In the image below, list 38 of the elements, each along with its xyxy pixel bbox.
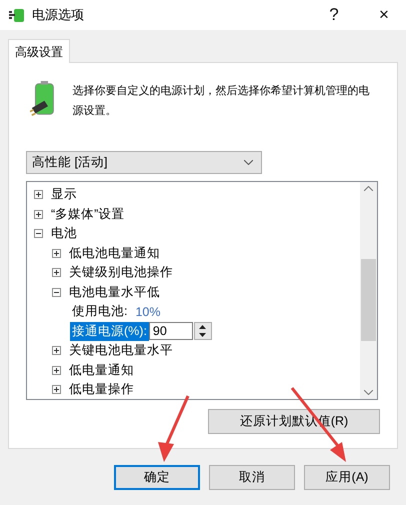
- collapse-icon[interactable]: [34, 229, 43, 238]
- tree-item[interactable]: 低电池电量通知: [67, 244, 162, 263]
- expand-icon[interactable]: [52, 385, 61, 394]
- expand-icon[interactable]: [52, 248, 61, 258]
- expand-icon[interactable]: [34, 210, 43, 219]
- expand-icon[interactable]: [34, 190, 43, 200]
- scroll-down-icon[interactable]: [364, 390, 373, 395]
- tree-item[interactable]: 电池: [49, 224, 79, 244]
- expand-icon[interactable]: [52, 366, 61, 375]
- expand-icon[interactable]: [52, 346, 61, 356]
- tree-item[interactable]: 低电量通知: [67, 360, 136, 380]
- setting-label[interactable]: 使用电池:: [70, 302, 130, 322]
- power-plug-icon: [8, 6, 26, 24]
- collapse-icon[interactable]: [52, 288, 61, 297]
- tab[interactable]: 高级设置: [8, 39, 70, 63]
- tree-item[interactable]: 电池电量水平低: [67, 282, 162, 302]
- dialog-button[interactable]: 取消: [209, 465, 295, 490]
- spin-buttons[interactable]: [194, 322, 212, 340]
- tree-item[interactable]: 显示: [49, 185, 79, 204]
- dialog-button[interactable]: 应用(A): [304, 465, 390, 490]
- window-title: 电源选项: [32, 6, 85, 24]
- tree-item[interactable]: 低电量操作: [67, 380, 136, 400]
- scrollbar[interactable]: [360, 182, 377, 399]
- dialog-button[interactable]: 确定: [114, 465, 200, 490]
- setting-value[interactable]: 10%: [135, 304, 161, 319]
- plan-dropdown[interactable]: 高性能 [活动]: [26, 151, 262, 174]
- description-text: 选择你要自定义的电源计划，然后选择你希望计算机管理的电源设置。: [72, 84, 371, 119]
- arrow-drawing: [158, 395, 190, 462]
- help-button[interactable]: ?: [312, 0, 356, 30]
- scroll-up-icon[interactable]: [364, 186, 373, 191]
- tree-item[interactable]: “多媒体”设置: [49, 204, 126, 224]
- tree-item[interactable]: 关键级别电池操作: [67, 263, 175, 282]
- setting-label[interactable]: 接通电源(%):: [70, 322, 149, 341]
- tree-item[interactable]: 关键电池电量水平: [67, 341, 175, 360]
- close-button[interactable]: ×: [362, 0, 406, 30]
- chevron-down-icon: [244, 160, 253, 165]
- expand-icon[interactable]: [52, 268, 61, 278]
- value-field[interactable]: 90: [148, 322, 193, 340]
